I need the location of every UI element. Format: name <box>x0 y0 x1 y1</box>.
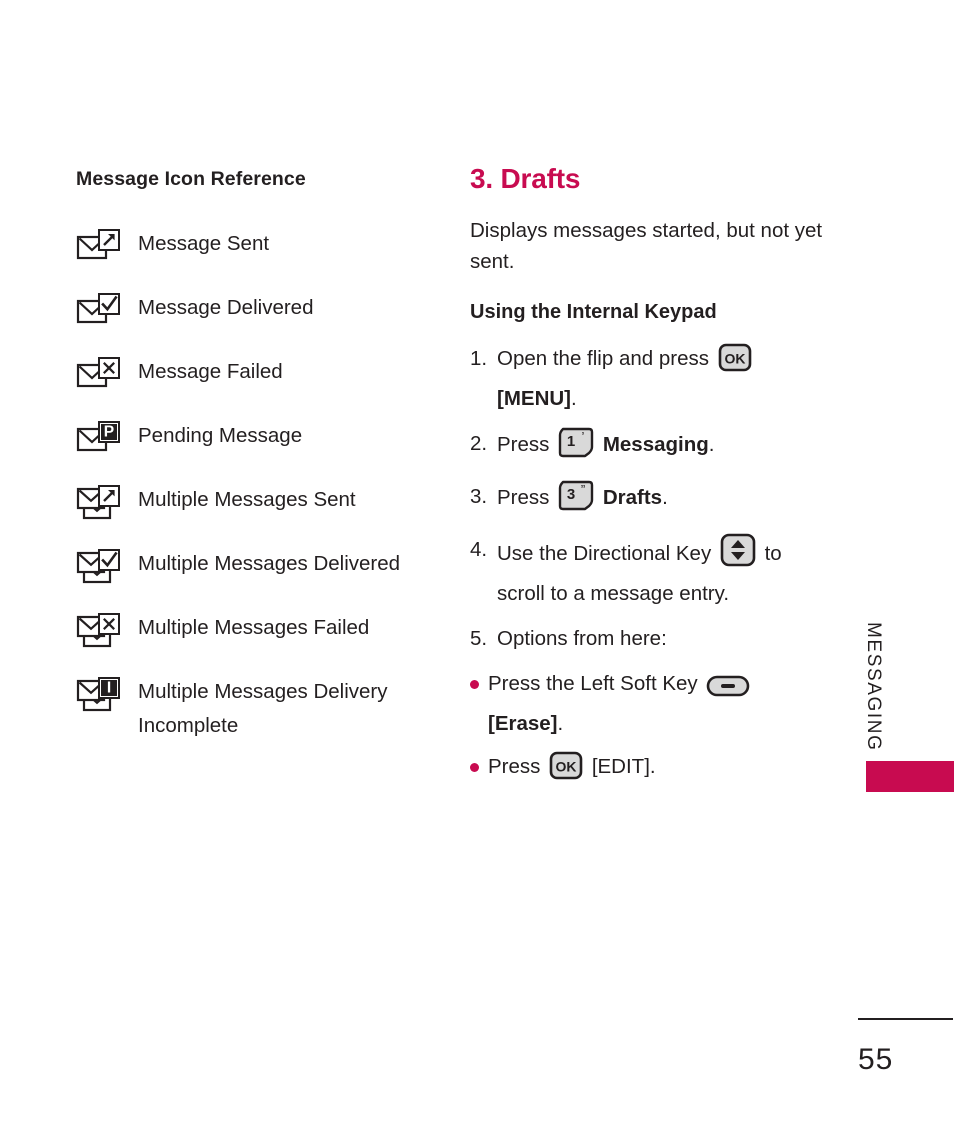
icon-reference-label: Message Failed <box>138 360 283 383</box>
step-number: 3. <box>470 485 488 508</box>
icon-reference-row: P Pending Message <box>76 417 446 464</box>
instruction-step: 3. Press 3” Drafts. <box>470 480 826 521</box>
step-text: Open the flip and press OK [MENU]. <box>497 342 826 415</box>
bullet-dot-icon <box>470 667 488 740</box>
step-text: Use the Directional Key to scroll to a m… <box>497 533 826 610</box>
side-tab-label: MESSAGING <box>863 622 884 752</box>
svg-text:3: 3 <box>567 486 575 503</box>
option-bullet-item: Press OK [EDIT]. <box>470 750 826 790</box>
emphasis-text: [Erase] <box>488 712 558 735</box>
internal-keypad-subheading: Using the Internal Keypad <box>470 301 717 323</box>
step-text: Press 1’ Messaging. <box>497 427 826 468</box>
emphasis-text: Drafts <box>602 486 663 509</box>
instruction-step: 5. Options from here: <box>470 622 826 655</box>
message-icon-reference-section: Message Icon Reference Message Sent Messa… <box>76 168 446 760</box>
drafts-section: 3. Drafts Displays messages started, but… <box>470 163 826 800</box>
step-number: 4. <box>470 538 488 561</box>
instruction-step: 4. Use the Directional Key to scroll to a… <box>470 533 826 610</box>
numeric-key-1-icon: 1’ <box>558 427 594 468</box>
icon-reference-row: Multiple Messages Delivered <box>76 545 446 592</box>
step-text: Options from here: <box>497 627 667 650</box>
side-tab-color-block <box>866 761 954 792</box>
icon-reference-row: Multiple Messages Sent <box>76 481 446 528</box>
footer-divider <box>858 1018 953 1020</box>
icon-reference-list: Message Sent Message Delivered Message Fai… <box>76 225 446 743</box>
svg-text:P: P <box>104 424 114 441</box>
instruction-step: 1. Open the flip and press OK [MENU]. <box>470 342 826 415</box>
svg-text:1: 1 <box>567 433 575 450</box>
icon-reference-row: Multiple Messages Failed <box>76 609 446 656</box>
page-number: 55 <box>858 1043 894 1076</box>
step-number: 1. <box>470 347 488 370</box>
icon-reference-label: Multiple Messages Delivered <box>138 552 401 575</box>
icon-reference-label: Message Delivered <box>138 296 314 319</box>
step-number: 2. <box>470 432 488 455</box>
option-bullet-text: Press OK [EDIT]. <box>488 750 826 790</box>
icon-reference-row: Message Delivered <box>76 289 446 336</box>
emphasis-text: Messaging <box>602 433 709 456</box>
option-bullet-text: Press the Left Soft Key [Erase]. <box>488 667 826 740</box>
icon-reference-label: Multiple Messages Failed <box>138 616 370 639</box>
icon-reference-row: I Multiple Messages Delivery Incomplete <box>76 673 446 743</box>
icon-reference-label: Multiple Messages Delivery Incomplete <box>138 680 388 737</box>
instruction-step: 2. Press 1’ Messaging. <box>470 427 826 468</box>
icon-reference-title: Message Icon Reference <box>76 168 306 190</box>
icon-reference-row: Message Failed <box>76 353 446 400</box>
envelope-sent-icon <box>76 225 138 271</box>
envelope-delivered-icon <box>76 289 138 335</box>
multiple-envelopes-sent-icon <box>76 481 138 527</box>
envelope-pending-icon: P <box>76 417 138 463</box>
svg-text:”: ” <box>581 482 585 497</box>
option-bullet-item: Press the Left Soft Key [Erase]. <box>470 667 826 740</box>
page-title: 3. Drafts <box>470 163 581 194</box>
bullet-dot-icon <box>470 750 488 790</box>
numeric-key-3-icon: 3” <box>558 480 594 521</box>
envelope-failed-icon <box>76 353 138 399</box>
numbered-steps-list: 1. Open the flip and press OK [MENU]. 2. Pr… <box>470 342 826 655</box>
icon-reference-label: Multiple Messages Sent <box>138 488 356 511</box>
directional-key-icon <box>720 533 756 577</box>
svg-text:OK: OK <box>724 351 745 367</box>
svg-text:OK: OK <box>556 759 577 775</box>
ok-key-icon: OK <box>718 343 752 382</box>
icon-reference-row: Message Sent <box>76 225 446 272</box>
options-bullet-list: Press the Left Soft Key [Erase]. Press OK… <box>470 667 826 790</box>
svg-text:I: I <box>107 680 111 697</box>
multiple-envelopes-incomplete-icon: I <box>76 673 138 719</box>
step-text: Press 3” Drafts. <box>497 480 826 521</box>
multiple-envelopes-delivered-icon <box>76 545 138 591</box>
icon-reference-label: Message Sent <box>138 232 270 255</box>
svg-text:’: ’ <box>582 429 585 444</box>
left-soft-key-icon <box>706 674 750 707</box>
icon-reference-label: Pending Message <box>138 424 303 447</box>
step-number: 5. <box>470 627 488 650</box>
ok-key-icon: OK <box>549 751 583 790</box>
multiple-envelopes-failed-icon <box>76 609 138 655</box>
emphasis-text: [MENU] <box>497 387 572 410</box>
drafts-description: Displays messages started, but not yet s… <box>470 219 823 273</box>
